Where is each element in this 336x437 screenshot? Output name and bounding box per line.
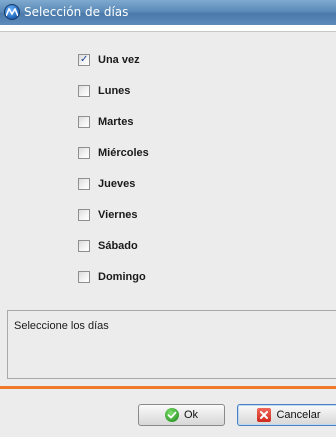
status-panel: Seleccione los días (7, 310, 336, 379)
option-label: Lunes (98, 85, 131, 97)
cancel-button[interactable]: Cancelar (237, 404, 336, 426)
checkbox[interactable] (78, 85, 90, 97)
ok-button[interactable]: Ok (138, 404, 225, 426)
checkbox[interactable] (78, 240, 90, 252)
checkbox[interactable] (78, 271, 90, 283)
option-martes[interactable]: Martes (78, 114, 133, 130)
option-viernes[interactable]: Viernes (78, 207, 138, 223)
cancel-button-label: Cancelar (276, 409, 321, 421)
option-una-vez[interactable]: ✓ Una vez (78, 52, 140, 68)
accent-divider (0, 386, 336, 389)
ok-button-label: Ok (183, 409, 199, 421)
button-bar: Ok Cancelar (0, 386, 336, 437)
top-divider (0, 25, 336, 32)
option-jueves[interactable]: Jueves (78, 176, 135, 192)
window-title: Selección de días (24, 5, 129, 19)
option-lunes[interactable]: Lunes (78, 83, 130, 99)
days-selection-window: Selección de días ✓ Una vez Lunes Martes… (0, 0, 336, 437)
option-sabado[interactable]: Sábado (78, 238, 138, 254)
option-label: Viernes (98, 209, 138, 221)
checkbox[interactable] (78, 147, 90, 159)
close-square-icon (257, 408, 272, 422)
option-label: Jueves (98, 178, 136, 190)
app-logo-icon (4, 4, 20, 20)
option-label: Una vez (98, 54, 140, 66)
option-miercoles[interactable]: Miércoles (78, 145, 149, 161)
option-domingo[interactable]: Domingo (78, 269, 146, 285)
option-label: Domingo (98, 271, 146, 283)
option-label: Martes (98, 116, 134, 128)
title-bar[interactable]: Selección de días (0, 0, 336, 25)
checkmark-icon: ✓ (80, 54, 89, 65)
option-label: Sábado (98, 240, 138, 252)
checkbox[interactable] (78, 178, 90, 190)
check-circle-icon (164, 408, 179, 422)
status-message: Seleccione los días (14, 320, 109, 332)
checkbox[interactable]: ✓ (78, 54, 90, 66)
checkbox[interactable] (78, 116, 90, 128)
checkbox[interactable] (78, 209, 90, 221)
option-label: Miércoles (98, 147, 149, 159)
